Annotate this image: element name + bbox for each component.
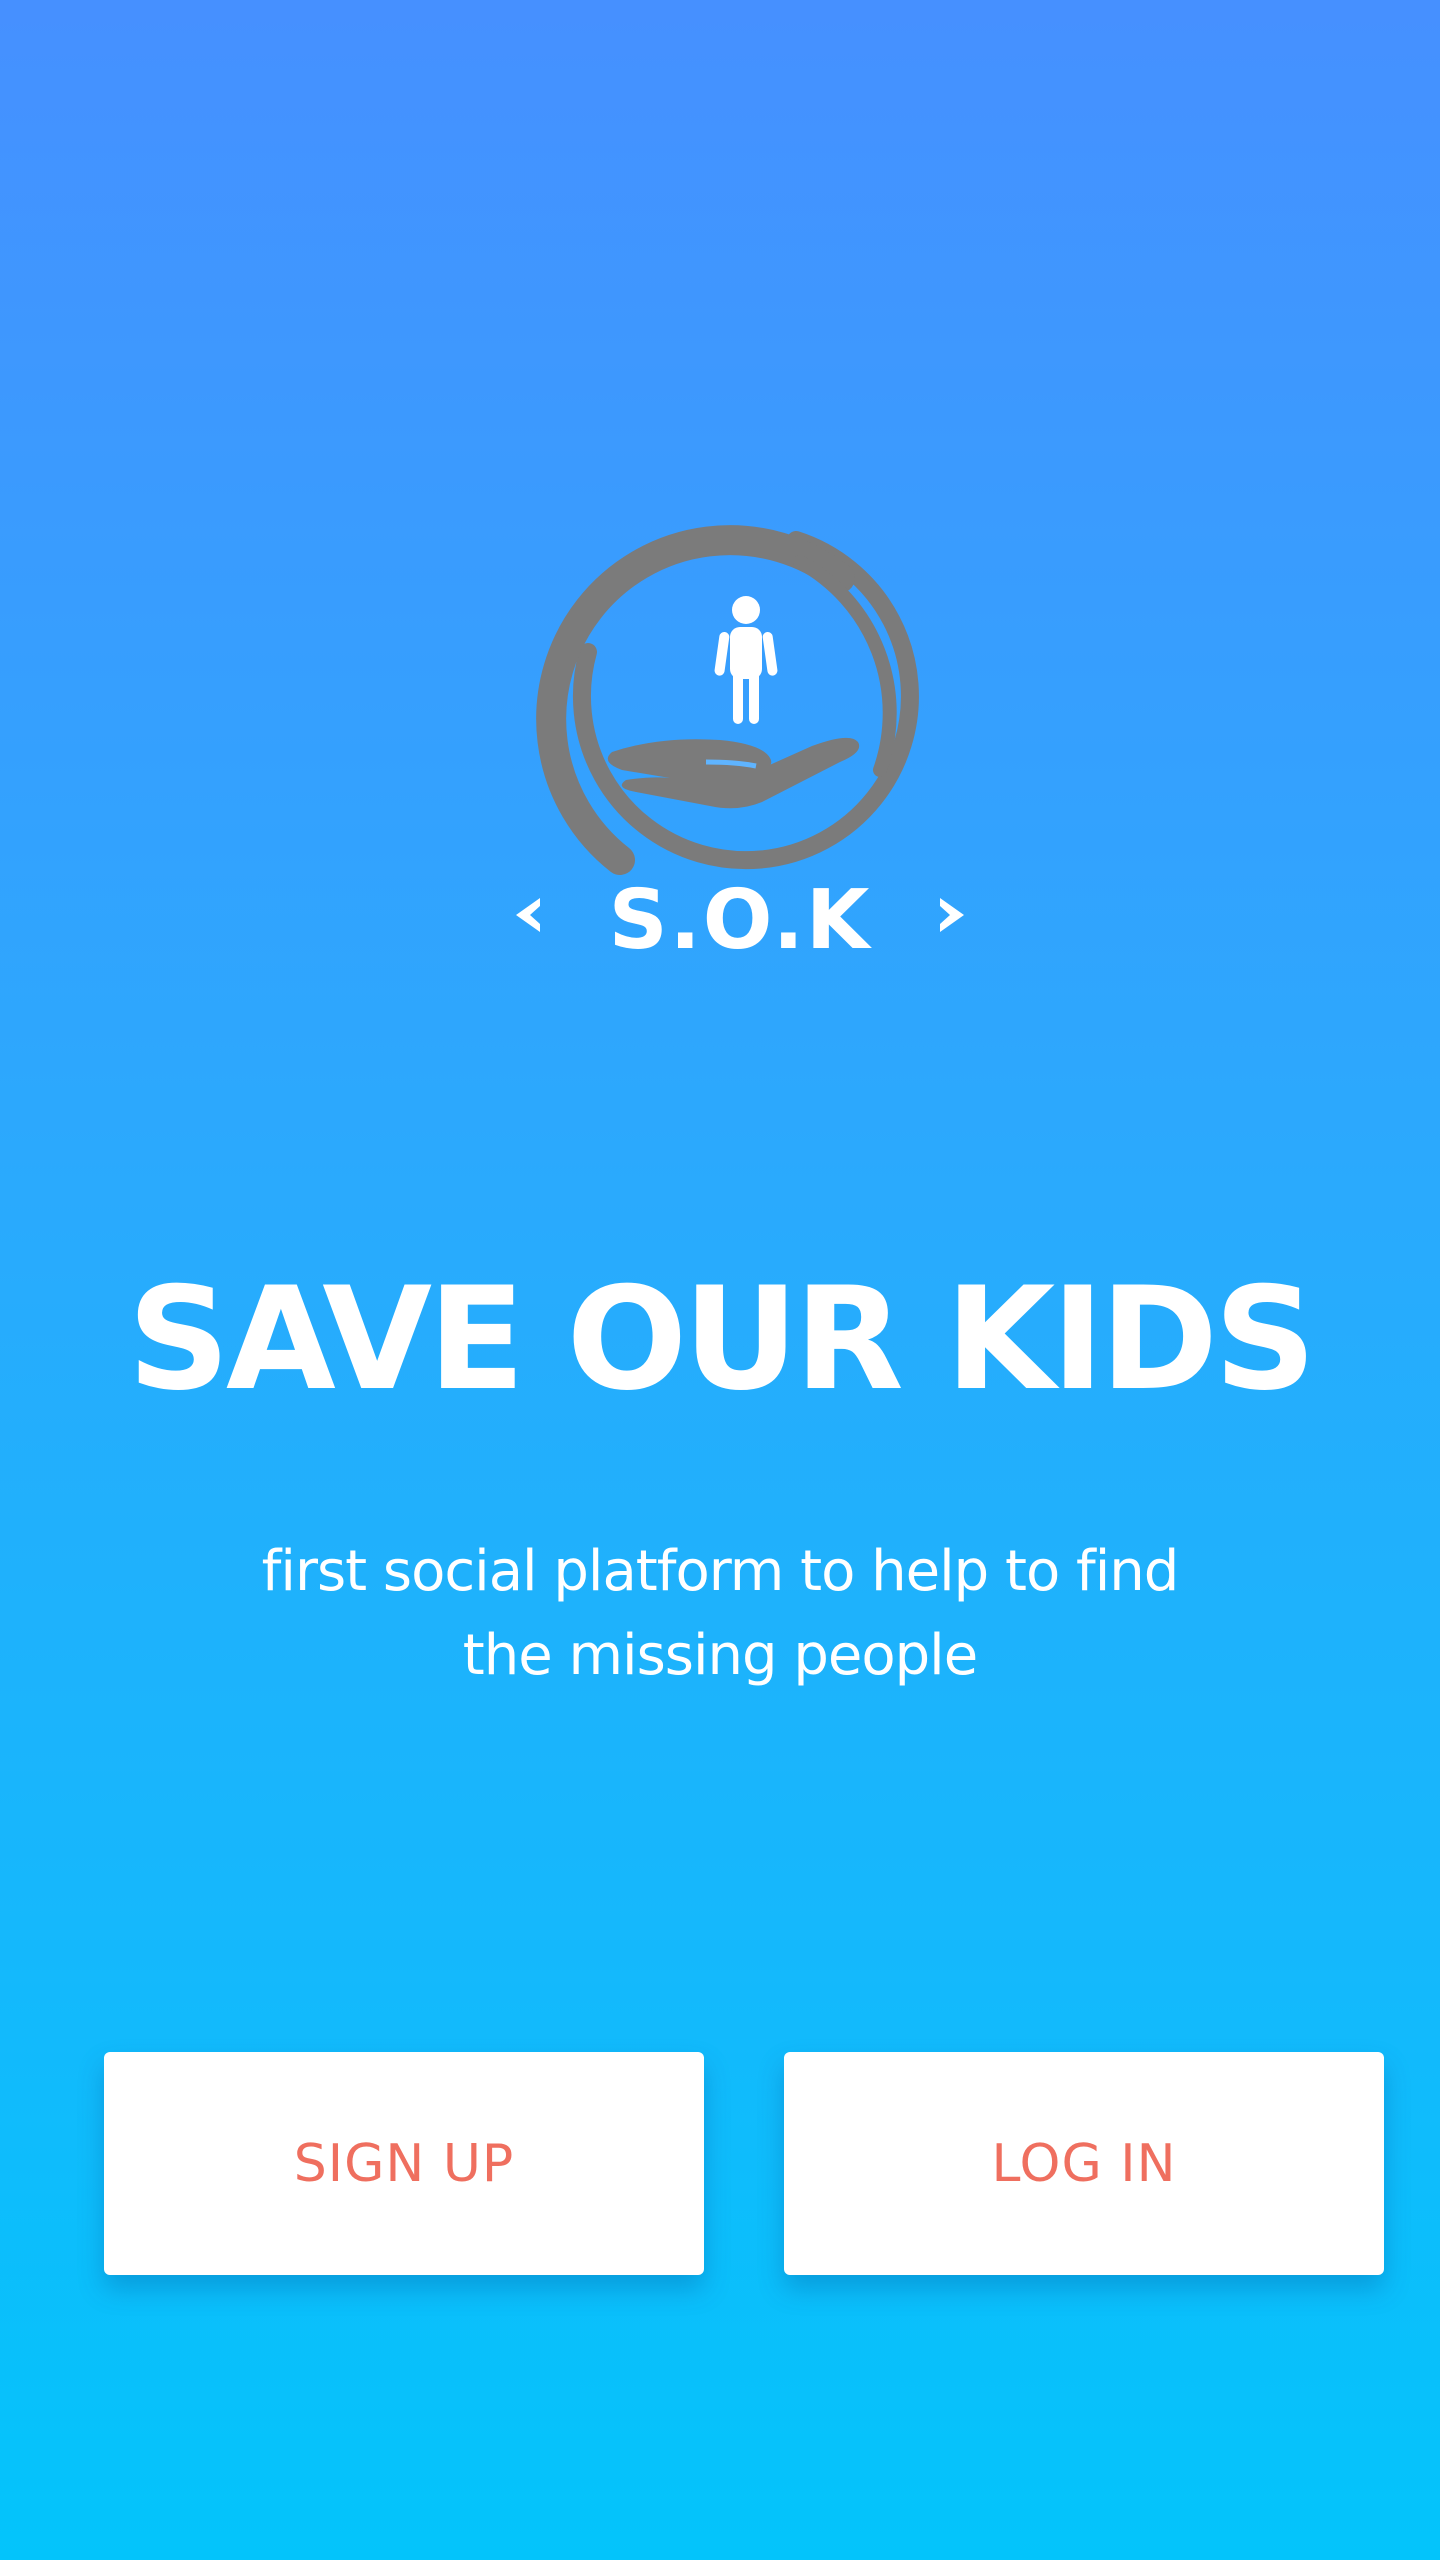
sign-up-button[interactable]: SIGN UP [104, 2052, 704, 2275]
app-logo: S.O.K [500, 500, 980, 980]
person-icon [714, 596, 778, 724]
logo-emblem-icon: S.O.K [516, 525, 964, 968]
page-subtitle: first social platform to help to find th… [261, 1539, 1180, 1688]
logo-wordmark: S.O.K [516, 873, 964, 968]
logo-text: S.O.K [609, 873, 873, 968]
page-title: SAVE OUR KIDS [127, 1257, 1317, 1422]
log-in-button[interactable]: LOG IN [784, 2052, 1384, 2275]
